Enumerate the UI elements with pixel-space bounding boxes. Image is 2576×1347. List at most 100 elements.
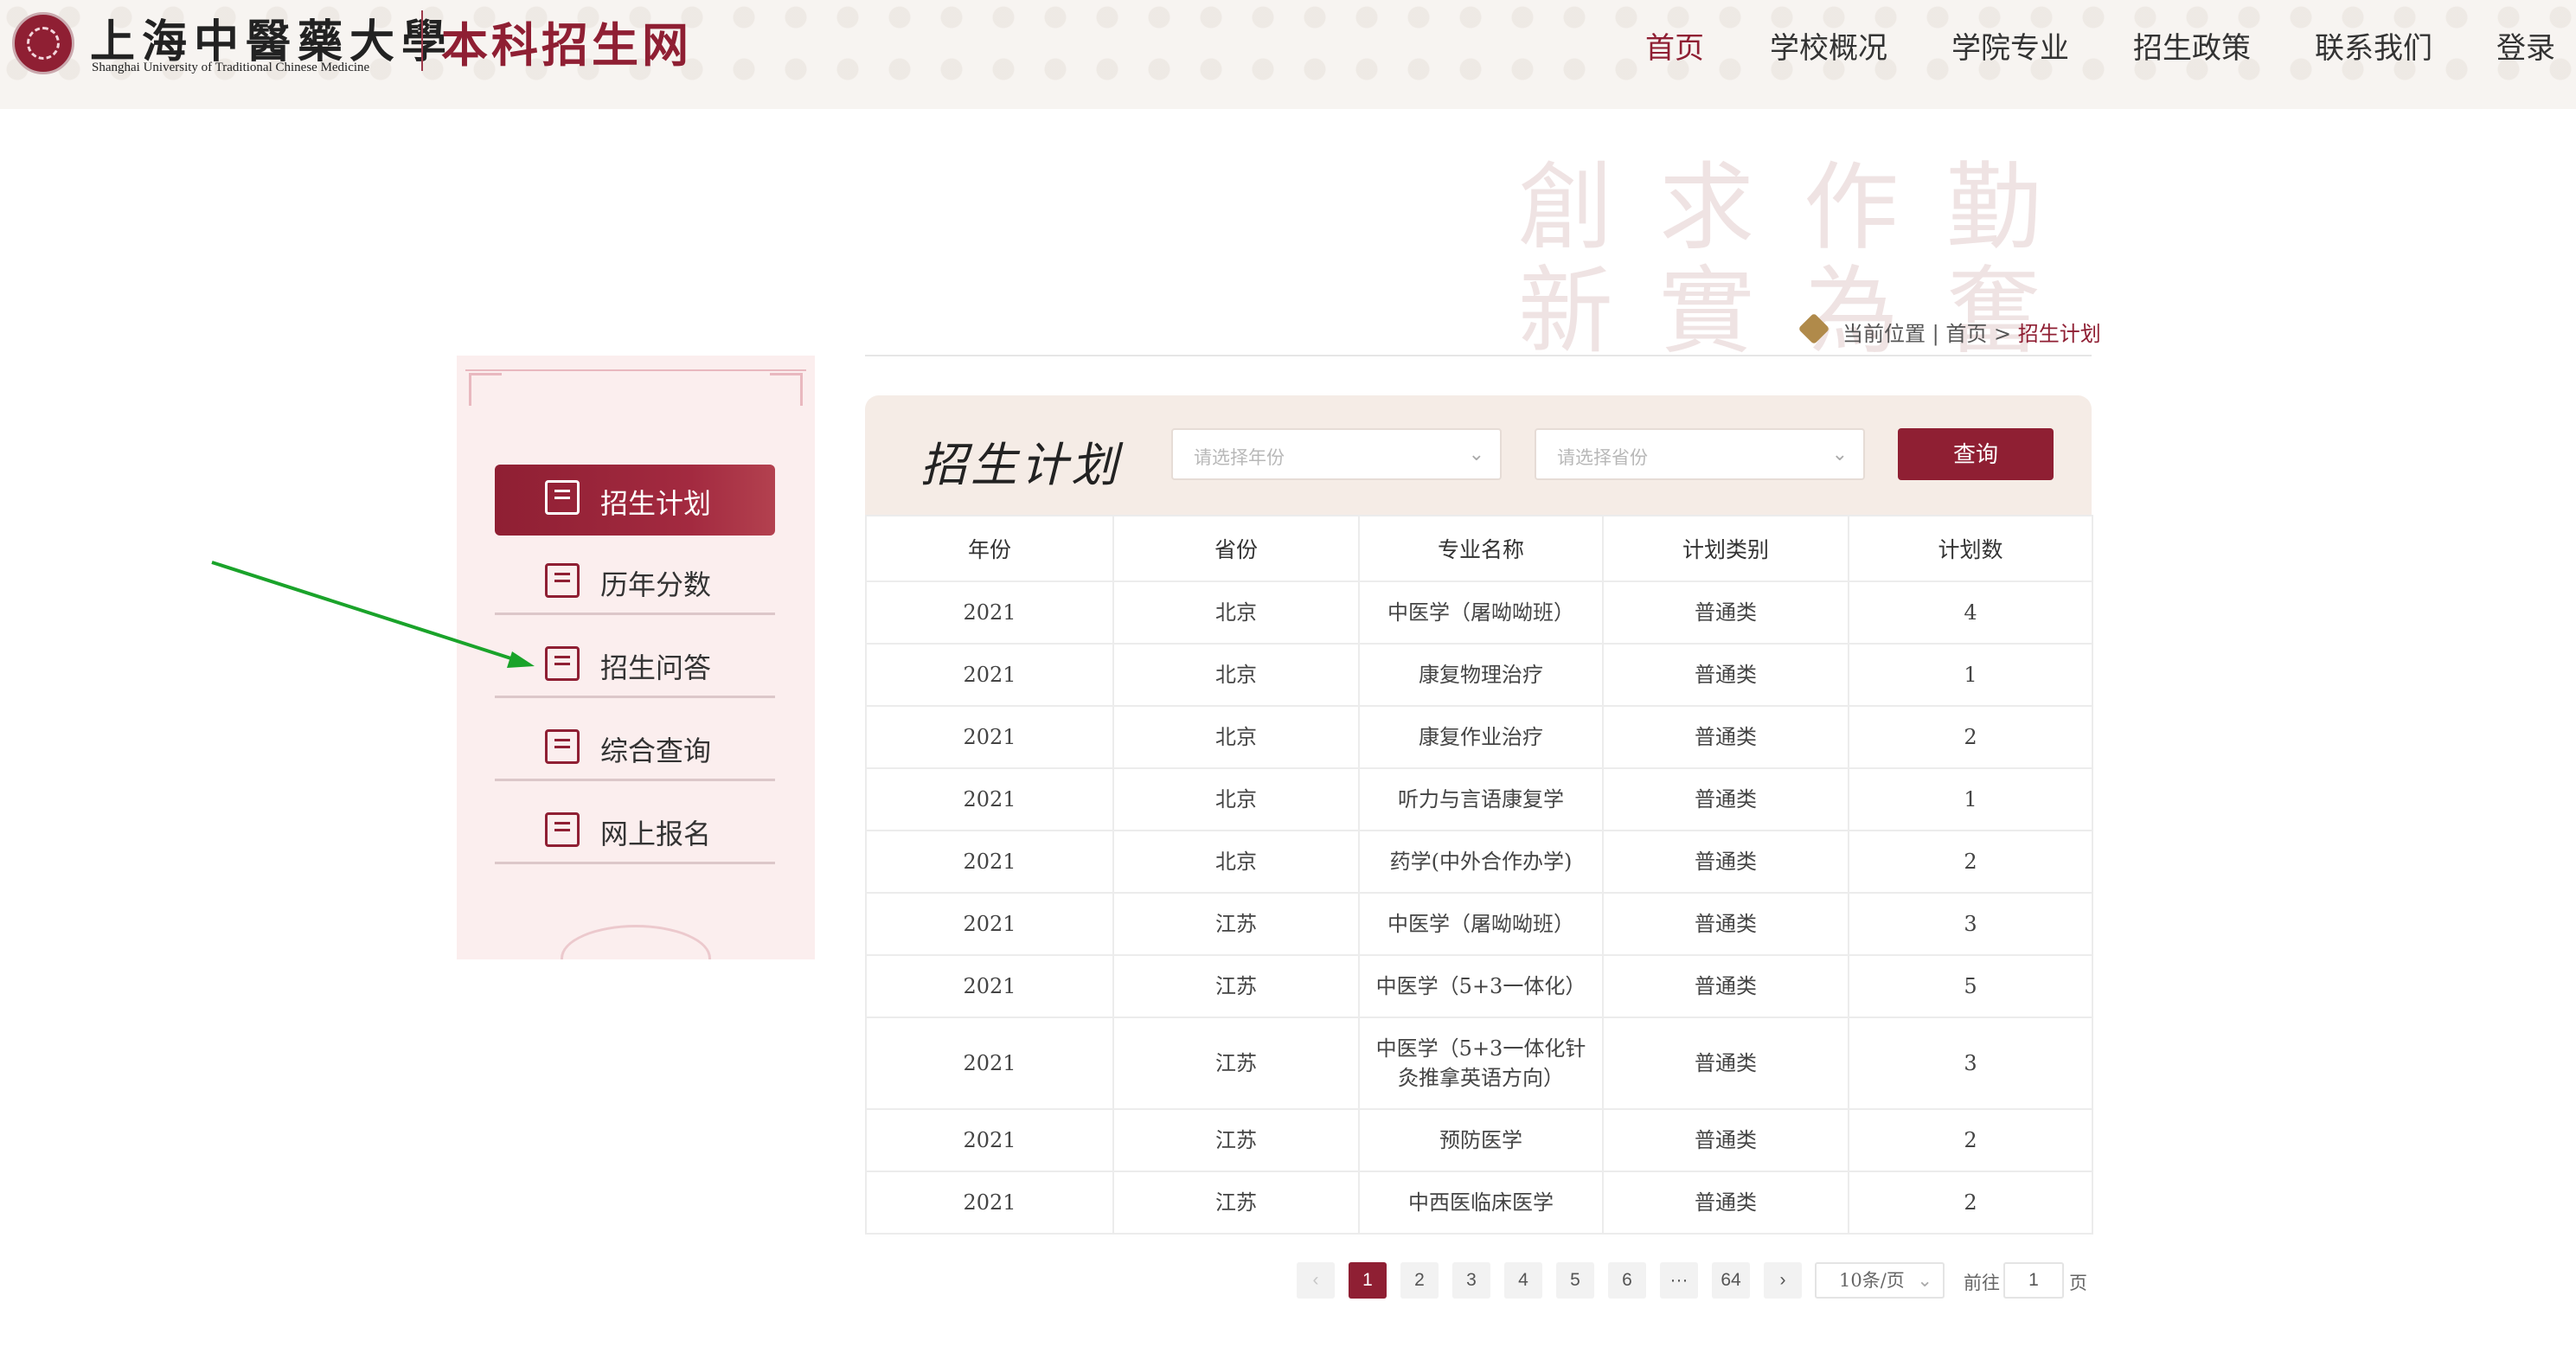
province-select[interactable]: 请选择省份 ⌄ (1535, 428, 1865, 480)
table-row: 2021 江苏 中医学（屠呦呦班） 普通类 3 (865, 892, 2093, 956)
cell-province: 江苏 (1112, 1171, 1360, 1235)
page-button[interactable]: 1 (1349, 1262, 1387, 1299)
cell-year: 2021 (865, 954, 1114, 1018)
cell-major: 康复物理治疗 (1358, 643, 1604, 707)
admission-plan-table: 年份 省份 专业名称 计划类别 计划数 2021 北京 中医学（屠呦呦班） 普通… (865, 515, 2093, 1235)
pen-sign-icon (545, 812, 580, 847)
table-row: 2021 北京 中医学（屠呦呦班） 普通类 4 (865, 580, 2093, 645)
page-button[interactable]: 64 (1712, 1262, 1750, 1299)
cell-quota: 2 (1848, 1171, 2093, 1235)
breadcrumb-home-link[interactable]: 首页 (1945, 322, 1987, 346)
chevron-down-icon: ⌄ (1917, 1270, 1932, 1291)
cell-category: 普通类 (1602, 892, 1849, 956)
panel-title: 招生计划 (920, 438, 1121, 492)
cell-year: 2021 (865, 1108, 1114, 1172)
table-row: 2021 北京 康复作业治疗 普通类 2 (865, 705, 2093, 769)
table-row: 2021 江苏 中医学（5+3一体化针灸推拿英语方向） 普通类 3 (865, 1017, 2093, 1110)
cell-category: 普通类 (1602, 830, 1849, 894)
breadcrumb-divider (865, 355, 2092, 356)
cell-year: 2021 (865, 830, 1114, 894)
cell-year: 2021 (865, 643, 1114, 707)
calligraphy-glyph: 為 (1804, 256, 1899, 367)
page-size-select[interactable]: 10条/页 ⌄ (1815, 1262, 1945, 1299)
page-button[interactable]: 3 (1452, 1262, 1490, 1299)
nav-admission-policy[interactable]: 招生政策 (2133, 24, 2251, 67)
goto-page-input[interactable] (2003, 1262, 2064, 1299)
prev-page-button[interactable]: ‹ (1297, 1262, 1335, 1299)
cell-major: 中医学（5+3一体化针灸推拿英语方向） (1358, 1017, 1604, 1110)
search-document-icon (545, 729, 580, 764)
goto-suffix: 页 (2069, 1273, 2087, 1293)
cell-year: 2021 (865, 1171, 1114, 1235)
page-button[interactable]: 6 (1608, 1262, 1646, 1299)
chevron-down-icon: ⌄ (1831, 444, 1848, 465)
breadcrumb-current: 招生计划 (2017, 322, 2101, 346)
cell-major: 中医学（屠呦呦班） (1358, 892, 1604, 956)
chevron-down-icon: ⌄ (1468, 444, 1484, 465)
cell-category: 普通类 (1602, 954, 1849, 1018)
nav-contact-us[interactable]: 联系我们 (2315, 24, 2432, 67)
cell-category: 普通类 (1602, 1017, 1849, 1110)
table-row: 2021 江苏 中医学（5+3一体化） 普通类 5 (865, 954, 2093, 1018)
cell-category: 普通类 (1602, 1108, 1849, 1172)
cell-year: 2021 (865, 1017, 1114, 1110)
breadcrumb-separator: | (1932, 322, 1939, 346)
cell-quota: 3 (1848, 892, 2093, 956)
cell-year: 2021 (865, 892, 1114, 956)
cell-quota: 5 (1848, 954, 2093, 1018)
query-panel: 招生计划 请选择年份 ⌄ 请选择省份 ⌄ 查询 (865, 395, 2092, 515)
cell-province: 北京 (1112, 580, 1360, 645)
sidebar-item-label: 招生问答 (600, 651, 712, 684)
sidebar-item-label: 招生计划 (600, 487, 712, 520)
cell-quota: 1 (1848, 643, 2093, 707)
cell-quota: 4 (1848, 580, 2093, 645)
cell-year: 2021 (865, 580, 1114, 645)
column-header-major: 专业名称 (1358, 515, 1604, 582)
table-row: 2021 江苏 中西医临床医学 普通类 2 (865, 1171, 2093, 1235)
cell-quota: 2 (1848, 705, 2093, 769)
cell-province: 北京 (1112, 705, 1360, 769)
column-header-category: 计划类别 (1602, 515, 1849, 582)
cell-province: 北京 (1112, 767, 1360, 831)
sidebar-item-label: 历年分数 (600, 568, 712, 601)
page-button[interactable]: 5 (1556, 1262, 1594, 1299)
breadcrumb-prefix: 当前位置 (1842, 322, 1926, 346)
sidebar-item-general-search[interactable]: 综合查询 (495, 714, 775, 781)
page-size-value: 10条/页 (1839, 1270, 1905, 1291)
nav-login[interactable]: 登录 (2496, 24, 2555, 67)
cell-province: 北京 (1112, 830, 1360, 894)
goto-prefix: 前往 (1964, 1273, 2000, 1293)
sidebar-corner-ornament (770, 373, 803, 406)
nav-school-overview[interactable]: 学校概况 (1770, 24, 1887, 67)
breadcrumb-arrow: > (1994, 322, 2012, 346)
cell-category: 普通类 (1602, 767, 1849, 831)
cell-quota: 1 (1848, 767, 2093, 831)
cell-year: 2021 (865, 767, 1114, 831)
year-select-placeholder: 请选择年份 (1194, 447, 1285, 468)
cell-quota: 2 (1848, 830, 2093, 894)
column-header-year: 年份 (865, 515, 1114, 582)
cell-category: 普通类 (1602, 580, 1849, 645)
cell-category: 普通类 (1602, 705, 1849, 769)
more-pages-button[interactable]: ··· (1660, 1262, 1698, 1299)
cell-quota: 3 (1848, 1017, 2093, 1110)
sidebar-item-online-registration[interactable]: 网上报名 (495, 797, 775, 864)
page-button[interactable]: 2 (1400, 1262, 1439, 1299)
cell-major: 听力与言语康复学 (1358, 767, 1604, 831)
cloud-ornament (561, 925, 711, 959)
cell-province: 江苏 (1112, 1108, 1360, 1172)
next-page-button[interactable]: › (1764, 1262, 1802, 1299)
cell-major: 中医学（屠呦呦班） (1358, 580, 1604, 645)
year-select[interactable]: 请选择年份 ⌄ (1171, 428, 1502, 480)
cell-province: 江苏 (1112, 1017, 1360, 1110)
query-button[interactable]: 查询 (1898, 428, 2054, 480)
nav-colleges-majors[interactable]: 学院专业 (1951, 24, 2069, 67)
cell-province: 江苏 (1112, 954, 1360, 1018)
cell-category: 普通类 (1602, 643, 1849, 707)
nav-home[interactable]: 首页 (1645, 24, 1704, 67)
page-button[interactable]: 4 (1504, 1262, 1542, 1299)
calligraphy-glyph: 新 (1518, 256, 1613, 367)
cell-major: 中医学（5+3一体化） (1358, 954, 1604, 1018)
column-header-province: 省份 (1112, 515, 1360, 582)
annotation-arrow-icon (211, 561, 535, 668)
